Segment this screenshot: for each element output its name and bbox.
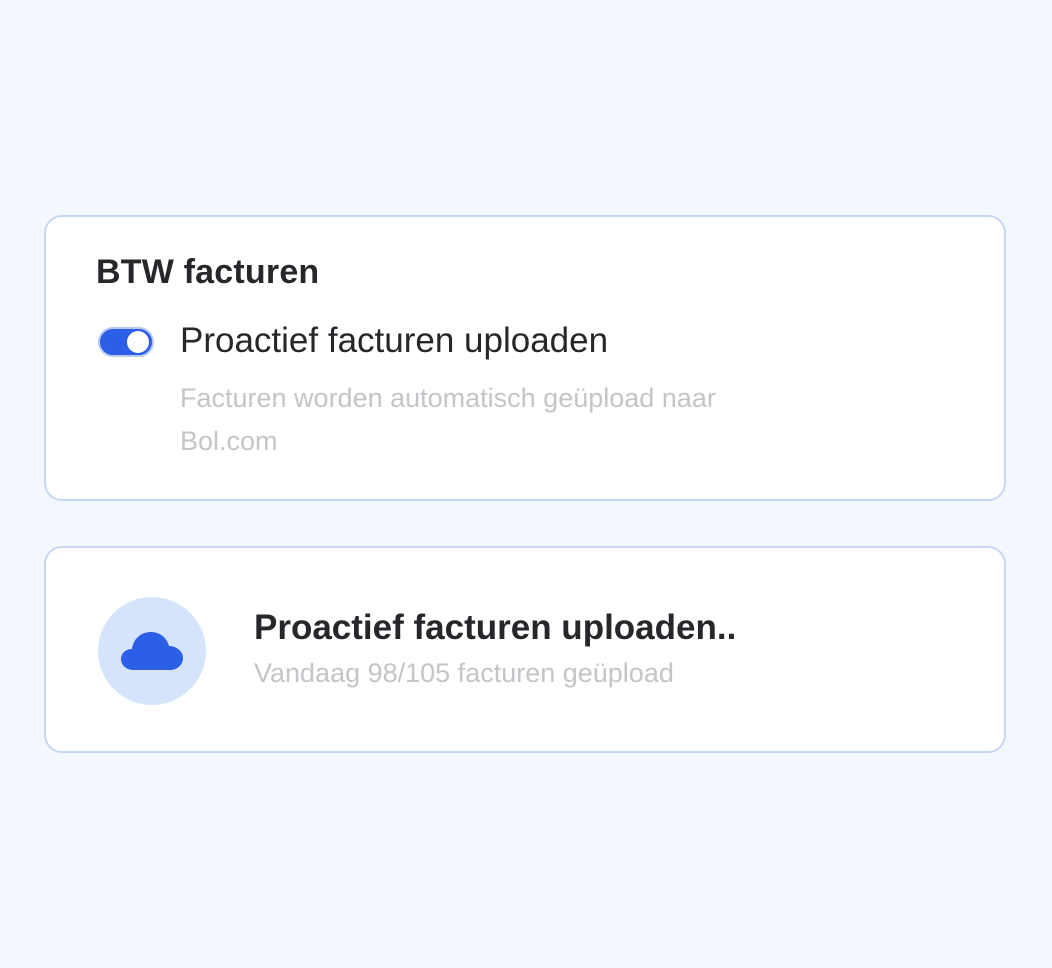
toggle-description: Facturen worden automatisch geüpload naa…	[180, 383, 716, 456]
section-title: BTW facturen	[96, 253, 320, 291]
status-subtitle: Vandaag 98/105 facturen geüpload	[254, 658, 674, 688]
toggle-label: Proactief facturen uploaden	[180, 321, 609, 360]
toggle-knob	[127, 331, 149, 353]
cloud-badge	[98, 597, 206, 705]
upload-status-card: Proactief facturen uploaden.. Vandaag 98…	[44, 546, 1006, 753]
cloud-icon	[121, 632, 183, 670]
proactive-upload-toggle[interactable]	[98, 327, 154, 357]
btw-facturen-card: BTW facturen Proactief facturen uploaden…	[44, 215, 1006, 501]
status-title: Proactief facturen uploaden..	[254, 608, 737, 647]
